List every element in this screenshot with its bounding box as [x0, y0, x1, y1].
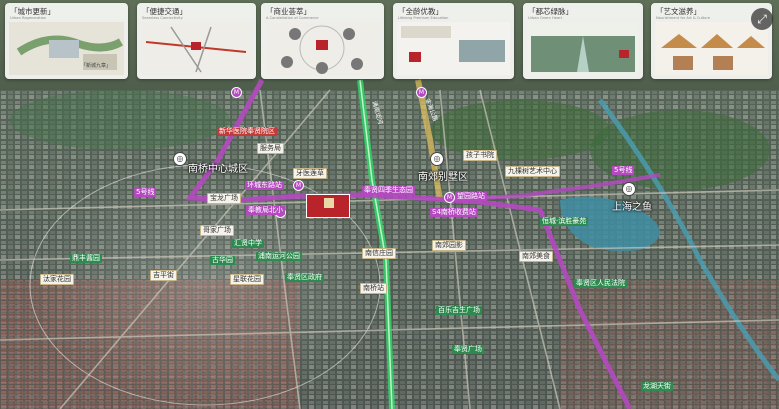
- card-subtitle: Seamless Connectivity: [142, 16, 183, 20]
- poi-label[interactable]: 南郊美食: [519, 251, 553, 262]
- poi-label[interactable]: 哥家广场: [200, 225, 234, 236]
- poi-label[interactable]: 龙湖天街: [641, 382, 673, 391]
- card-subtitle: Nourishment for Art & Culture: [656, 16, 710, 20]
- poi-label[interactable]: 宝龙广场: [207, 193, 241, 204]
- poi-label[interactable]: 服务局: [257, 143, 284, 154]
- map-stage[interactable]: 「城市更新」 Urban Regeneration 「新城九章」 「便捷交通」 …: [0, 0, 779, 409]
- poi-label[interactable]: 星联花园: [230, 274, 264, 285]
- district-nanqiao[interactable]: 南桥中心城区: [188, 160, 248, 175]
- poi-label[interactable]: 奉贤广场: [452, 345, 484, 354]
- poi-label[interactable]: 牙医莲草: [293, 168, 327, 179]
- card-green[interactable]: 「都芯绿脉」 Urban Green Heart: [523, 3, 643, 79]
- card-image: [265, 22, 380, 75]
- poi-label[interactable]: 南信庄园: [362, 248, 396, 259]
- metro-icon: M: [444, 192, 455, 203]
- district-pin-icon: ◎: [430, 152, 444, 166]
- fullscreen-icon[interactable]: ⤢: [751, 8, 773, 30]
- district-fish[interactable]: 上海之鱼: [612, 198, 652, 213]
- card-image: [527, 22, 639, 75]
- card-urban-renewal[interactable]: 「城市更新」 Urban Regeneration 「新城九章」: [5, 3, 128, 79]
- district-pin-icon: ◎: [622, 182, 636, 196]
- card-transport[interactable]: 「便捷交通」 Seamless Connectivity: [137, 3, 256, 79]
- poi-label[interactable]: 奉教局北小: [246, 206, 285, 215]
- poi-label[interactable]: 孩子书院: [463, 150, 497, 161]
- card-subtitle: A Constellation of Commerce: [266, 16, 319, 20]
- poi-label[interactable]: 南桥站: [360, 283, 387, 294]
- card-education[interactable]: 「全龄优教」 Lifelong Premium Education: [393, 3, 514, 79]
- poi-label[interactable]: 新华医院奉贤院区: [217, 127, 277, 136]
- card-commerce[interactable]: 「商业荟萃」 A Constellation of Commerce: [261, 3, 384, 79]
- poi-label[interactable]: 鼎丰酱园: [70, 254, 102, 263]
- poi-label[interactable]: 奉贤区人民法院: [574, 279, 627, 288]
- metro-icon: M: [231, 87, 242, 98]
- card-image: [655, 22, 768, 75]
- district-nanjiao[interactable]: 南郊别墅区: [418, 168, 468, 183]
- poi-label[interactable]: 南郊园影: [432, 240, 466, 251]
- poi-label[interactable]: 汰家花园: [40, 274, 74, 285]
- project-logo-icon: [324, 198, 334, 208]
- poi-label[interactable]: 奉贤区政府: [285, 273, 324, 282]
- metro-line-label: 5号线: [134, 188, 157, 197]
- poi-label[interactable]: 浦南运河公园: [256, 252, 302, 261]
- card-image: [141, 22, 252, 75]
- poi-label[interactable]: 望园路站: [455, 192, 487, 201]
- metro-icon: M: [416, 87, 427, 98]
- poi-label[interactable]: 吉平街: [150, 270, 177, 281]
- poi-label[interactable]: 奉贤四季生态园: [362, 186, 415, 195]
- district-pin-icon: ◎: [173, 152, 187, 166]
- project-site-marker[interactable]: [306, 194, 350, 218]
- poi-label[interactable]: 恒城·滨胜豪苑: [540, 217, 589, 226]
- card-note: 「新城九章」: [81, 63, 112, 69]
- poi-label[interactable]: 古华园: [210, 256, 235, 265]
- poi-label[interactable]: S4南桥收费站: [430, 208, 478, 217]
- poi-label[interactable]: 环城东路站: [245, 181, 284, 190]
- card-image: [397, 22, 510, 75]
- card-subtitle: Lifelong Premium Education: [398, 16, 449, 20]
- card-image: 「新城九章」: [9, 22, 124, 75]
- metro-line-label-east: 5号线: [612, 166, 635, 175]
- metro-icon: M: [293, 180, 304, 191]
- poi-label[interactable]: 汇贤中学: [232, 239, 264, 248]
- poi-label[interactable]: 九棵树艺术中心: [505, 166, 560, 177]
- card-subtitle: Urban Green Heart: [528, 16, 563, 20]
- card-subtitle: Urban Regeneration: [10, 16, 47, 20]
- poi-label[interactable]: 百乐吉生广场: [436, 306, 482, 315]
